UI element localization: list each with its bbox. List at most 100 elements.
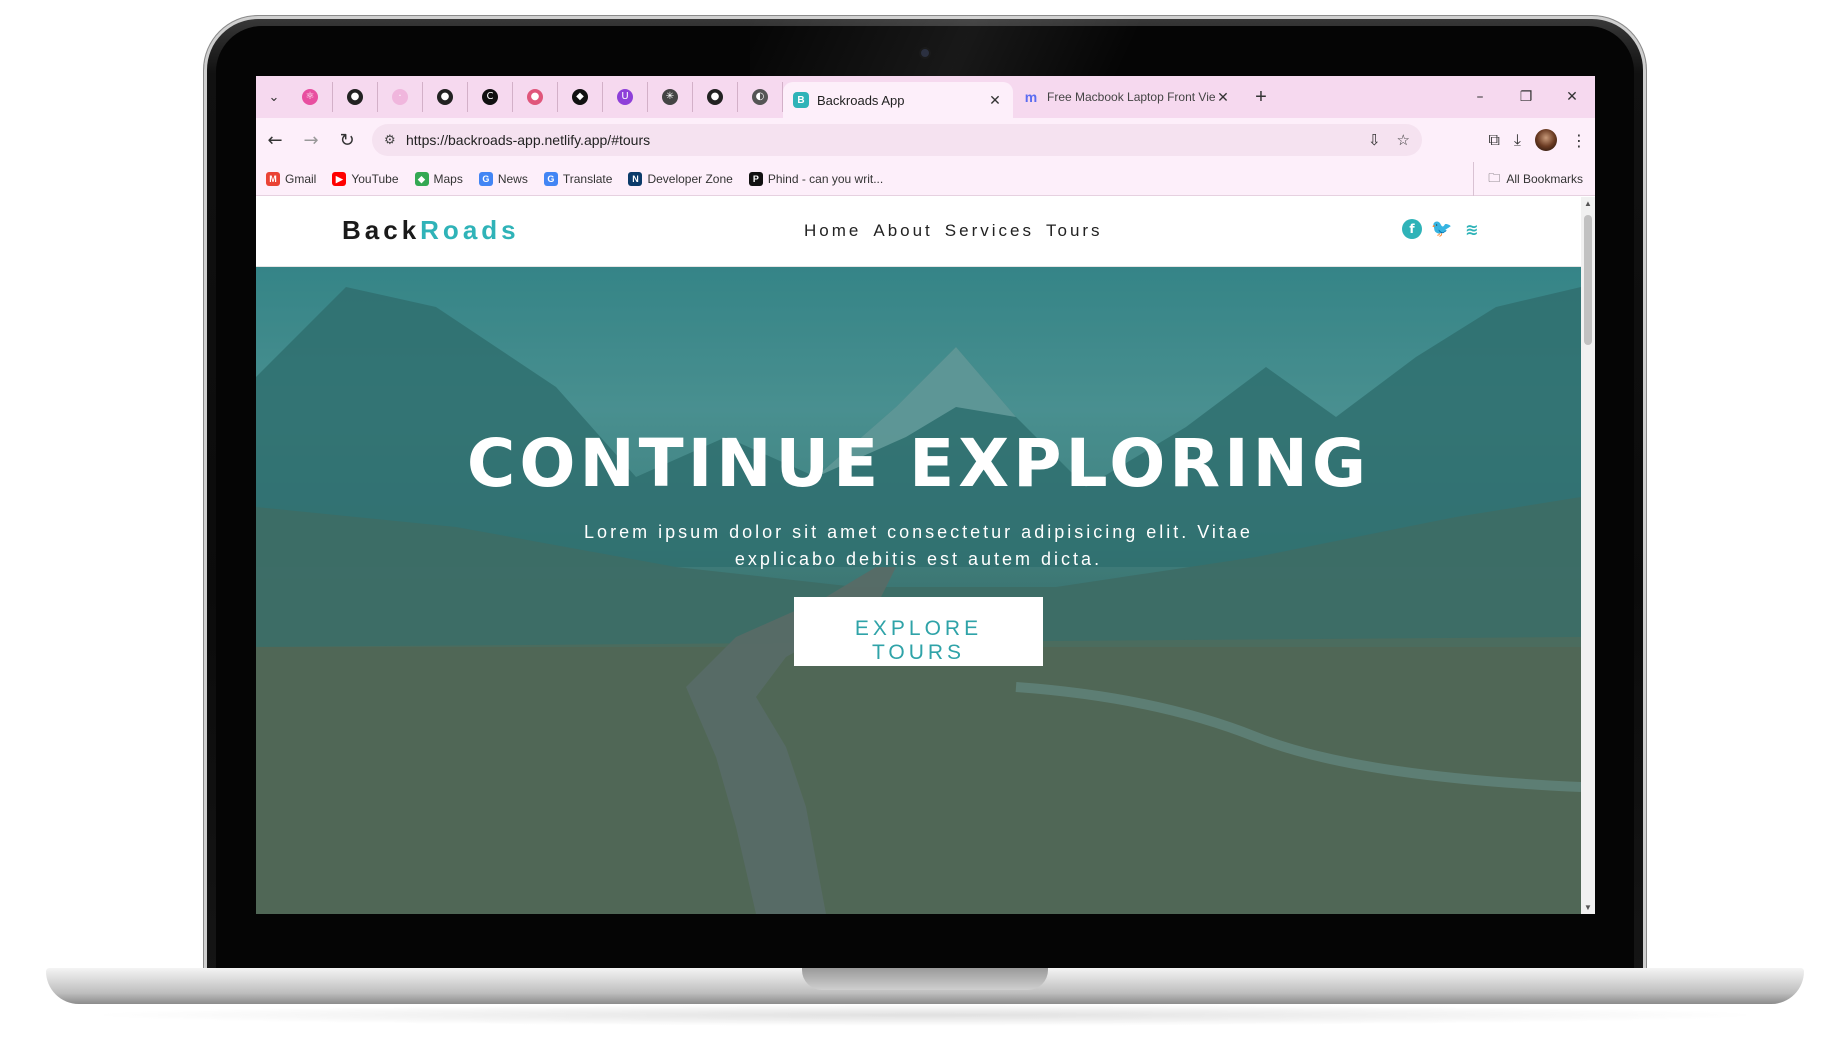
pinned-tab[interactable]: · bbox=[378, 82, 423, 112]
nav-link-services[interactable]: Services bbox=[945, 221, 1034, 241]
pinned-tabs: ⚛ ● · ● C ● ◆ U ✳ ● ◐ bbox=[288, 82, 783, 112]
close-icon[interactable]: ✕ bbox=[987, 92, 1003, 109]
logo-accent-text: Roads bbox=[420, 215, 520, 245]
backroads-favicon-icon: B bbox=[793, 92, 809, 108]
restore-icon[interactable]: ❐ bbox=[1503, 76, 1549, 118]
bookmark-label: Translate bbox=[562, 171, 613, 186]
youtube-icon: ▶ bbox=[332, 171, 347, 186]
bookmark-star-icon[interactable]: ☆ bbox=[1397, 131, 1410, 149]
hero-section: CONTINUE EXPLORING Lorem ipsum dolor sit… bbox=[256, 267, 1581, 914]
tab-title: Backroads App bbox=[817, 92, 905, 108]
freepik-favicon-icon: m bbox=[1024, 89, 1038, 105]
browser-window: ⌄ ⚛ ● · ● C ● ◆ U ✳ ● ◐ B Backroads App ✕ m Free M… bbox=[256, 76, 1595, 914]
close-window-icon[interactable]: ✕ bbox=[1549, 76, 1595, 118]
developer-zone-icon: N bbox=[628, 171, 643, 186]
tab-title: Free Macbook Laptop Front Vie bbox=[1047, 90, 1215, 104]
minimize-icon[interactable]: – bbox=[1457, 76, 1503, 118]
forward-icon[interactable]: → bbox=[294, 123, 328, 157]
all-bookmarks-label: All Bookmarks bbox=[1506, 172, 1583, 186]
hero-title: CONTINUE EXPLORING bbox=[466, 425, 1371, 502]
nav-link-home[interactable]: Home bbox=[804, 221, 861, 241]
pinned-tab[interactable]: ● bbox=[423, 82, 468, 112]
tab-strip: ⌄ ⚛ ● · ● C ● ◆ U ✳ ● ◐ B Backroads App ✕ m Free M… bbox=[256, 76, 1595, 118]
news-icon: G bbox=[478, 171, 493, 186]
bookmark-item[interactable]: ▶ YouTube bbox=[332, 171, 399, 186]
github-icon: ● bbox=[347, 89, 363, 105]
pinned-tab[interactable]: ⚛ bbox=[288, 82, 333, 112]
pinned-tab[interactable]: ● bbox=[513, 82, 558, 112]
bookmark-label: Phind - can you writ... bbox=[767, 171, 884, 186]
hero-content: CONTINUE EXPLORING Lorem ipsum dolor sit… bbox=[256, 431, 1581, 666]
webcam bbox=[919, 47, 931, 59]
scroll-down-icon[interactable]: ▼ bbox=[1581, 903, 1595, 912]
back-icon[interactable]: ← bbox=[258, 123, 292, 157]
pinned-tab[interactable]: U bbox=[603, 82, 648, 112]
bookmark-item[interactable]: ◆ Maps bbox=[414, 171, 463, 186]
tab-inactive[interactable]: m Free Macbook Laptop Front Vie ✕ bbox=[1013, 82, 1241, 112]
facebook-icon[interactable]: f bbox=[1402, 219, 1422, 239]
web-page: BackRoads Home About Services Tours f 🐦 ≋ bbox=[256, 197, 1595, 914]
logo-black-text: Back bbox=[342, 215, 421, 245]
tab-active[interactable]: B Backroads App ✕ bbox=[783, 82, 1013, 118]
figma-icon: ● bbox=[527, 89, 543, 105]
folder-icon: 🗀 bbox=[1488, 170, 1501, 185]
twitter-icon[interactable]: 🐦 bbox=[1431, 219, 1452, 239]
site-nav-links: Home About Services Tours bbox=[804, 221, 1103, 241]
codepen-icon: ◆ bbox=[572, 89, 588, 105]
laptop-shadow bbox=[80, 1004, 1770, 1026]
scroll-up-icon[interactable]: ▲ bbox=[1581, 199, 1595, 208]
squarespace-icon[interactable]: ≋ bbox=[1462, 219, 1482, 239]
url-text[interactable]: https://backroads-app.netlify.app/#tours bbox=[406, 132, 650, 148]
menu-icon[interactable]: ⋮ bbox=[1571, 131, 1587, 150]
pinned-tab[interactable]: ◐ bbox=[738, 82, 783, 112]
install-app-icon[interactable]: ⇩ bbox=[1368, 131, 1381, 149]
chevron-down-icon: ⌄ bbox=[268, 89, 280, 104]
u-icon: U bbox=[617, 89, 633, 105]
download-icon[interactable]: ⤓ bbox=[1514, 130, 1521, 150]
bookmark-item[interactable]: P Phind - can you writ... bbox=[748, 171, 884, 186]
avatar[interactable] bbox=[1535, 129, 1557, 151]
bookmark-item[interactable]: M Gmail bbox=[266, 171, 317, 186]
site-info-icon[interactable]: ⚙ bbox=[384, 133, 406, 148]
bookmark-label: Gmail bbox=[285, 171, 317, 186]
all-bookmarks-button[interactable]: 🗀 All Bookmarks bbox=[1473, 162, 1583, 196]
pinned-tab[interactable]: ● bbox=[333, 82, 378, 112]
page-scrollbar[interactable]: ▲ ▼ bbox=[1581, 197, 1595, 914]
bookmark-label: Developer Zone bbox=[647, 171, 733, 186]
bookmark-label: News bbox=[497, 171, 528, 186]
stage: ⌄ ⚛ ● · ● C ● ◆ U ✳ ● ◐ B Backroads App ✕ m Free M… bbox=[0, 0, 1830, 1050]
nav-link-tours[interactable]: Tours bbox=[1046, 221, 1103, 241]
bookmark-item[interactable]: G News bbox=[478, 171, 528, 186]
tab-search-button[interactable]: ⌄ bbox=[260, 83, 288, 111]
bookmarks-bar: M Gmail ▶ YouTube ◆ Maps G News G Translate N Devel… bbox=[256, 162, 1595, 196]
extensions-icon[interactable]: ⧉ bbox=[1488, 130, 1499, 150]
new-tab-button[interactable]: + bbox=[1247, 86, 1275, 109]
tab-icon: · bbox=[392, 89, 408, 105]
pinned-tab[interactable]: ● bbox=[693, 82, 738, 112]
bookmark-label: YouTube bbox=[351, 171, 399, 186]
bookmark-item[interactable]: G Translate bbox=[543, 171, 613, 186]
openai-icon: ✳ bbox=[662, 89, 678, 105]
browser-toolbar: ← → ↻ ⚙ https://backroads-app.netlify.ap… bbox=[256, 118, 1595, 162]
site-navbar: BackRoads Home About Services Tours f 🐦 ≋ bbox=[256, 197, 1581, 267]
c-icon: C bbox=[482, 89, 498, 105]
bookmark-label: Maps bbox=[433, 171, 463, 186]
globe-icon: ◐ bbox=[752, 89, 768, 105]
social-links: f 🐦 ≋ bbox=[1402, 219, 1482, 239]
translate-icon: G bbox=[543, 171, 558, 186]
address-bar[interactable]: ⚙ https://backroads-app.netlify.app/#tou… bbox=[372, 124, 1422, 156]
laptop-notch bbox=[802, 968, 1048, 990]
reload-icon[interactable]: ↻ bbox=[330, 123, 364, 157]
pinned-tab[interactable]: ◆ bbox=[558, 82, 603, 112]
close-icon[interactable]: ✕ bbox=[1215, 89, 1231, 106]
github-icon: ● bbox=[707, 89, 723, 105]
phind-icon: P bbox=[748, 171, 763, 186]
bookmark-item[interactable]: N Developer Zone bbox=[628, 171, 733, 186]
explore-tours-button[interactable]: EXPLORE TOURS bbox=[794, 597, 1043, 666]
pinned-tab[interactable]: ✳ bbox=[648, 82, 693, 112]
nav-link-about[interactable]: About bbox=[873, 221, 932, 241]
site-logo[interactable]: BackRoads bbox=[342, 215, 520, 246]
scroll-thumb[interactable] bbox=[1584, 215, 1592, 345]
pinned-tab[interactable]: C bbox=[468, 82, 513, 112]
window-controls: – ❐ ✕ bbox=[1457, 76, 1595, 118]
